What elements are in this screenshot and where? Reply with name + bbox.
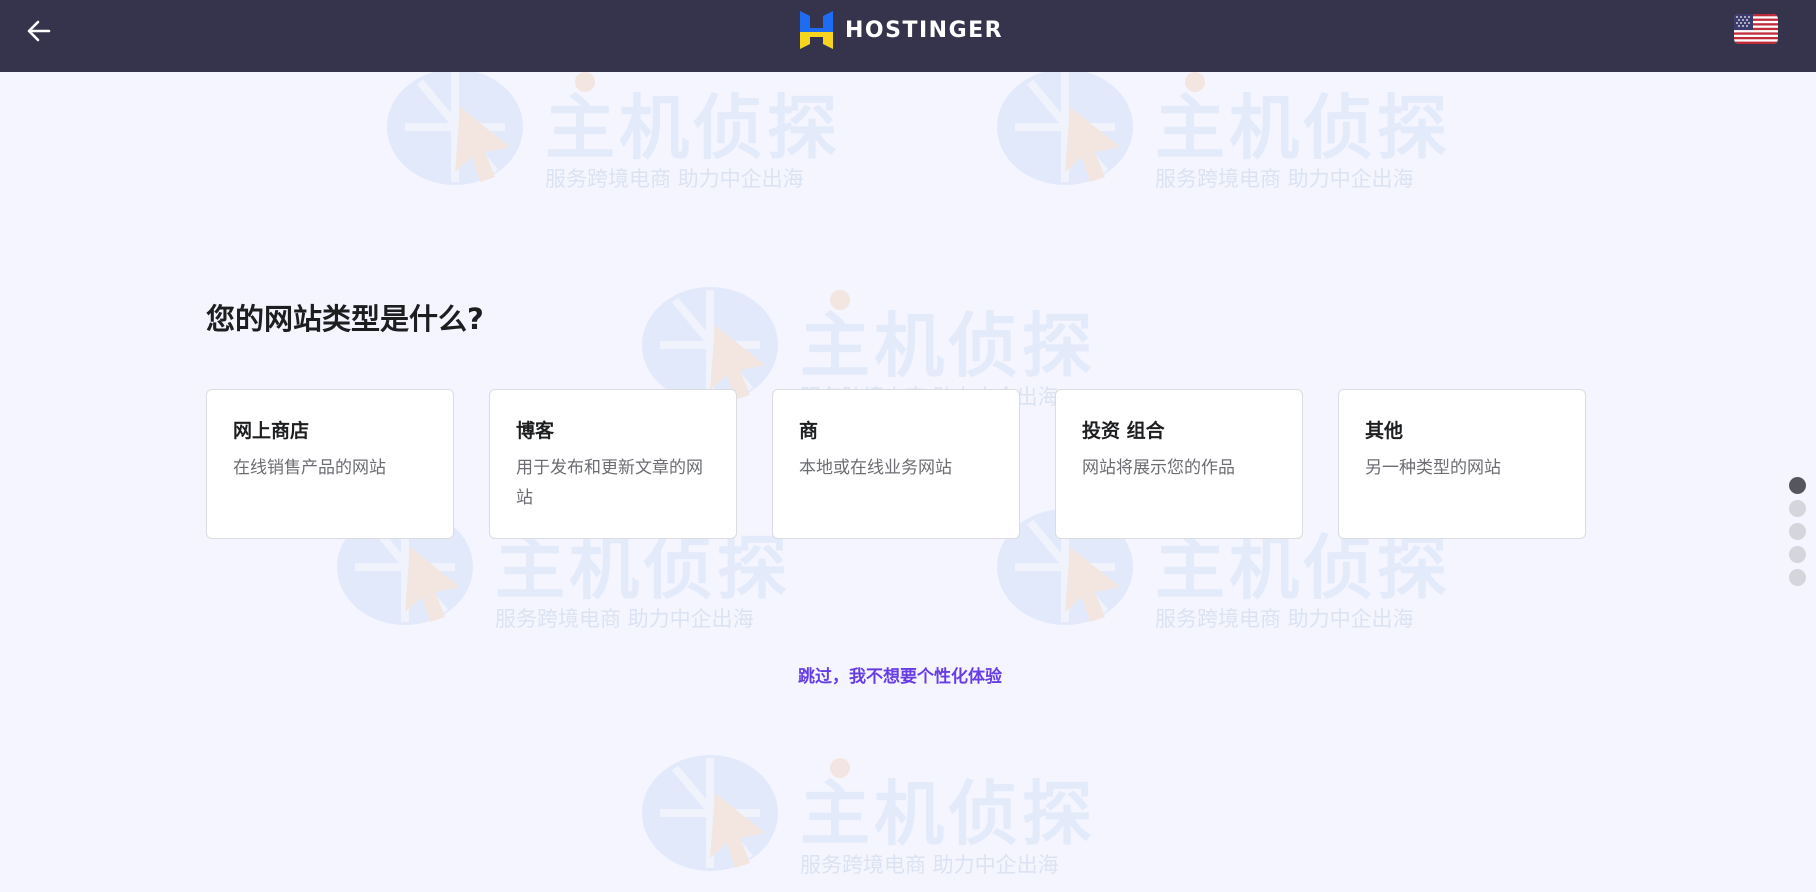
watermark-main-text: 主机侦探 — [1155, 527, 1451, 609]
step-dot-2[interactable] — [1789, 500, 1806, 517]
step-dot-5[interactable] — [1789, 569, 1806, 586]
watermark-main-text: 主机侦探 — [800, 773, 1096, 855]
option-description: 另一种类型的网站 — [1365, 458, 1501, 478]
watermark-sub-text: 服务跨境电商 助力中企出海 — [1155, 607, 1414, 631]
watermark-1: 主机侦探 服务跨境电商 助力中企出海 — [380, 62, 860, 206]
watermark-main-text: 主机侦探 — [495, 527, 791, 609]
watermark-main-text: 主机侦探 — [545, 87, 841, 169]
option-card-blog[interactable]: 博客 用于发布和更新文章的网站 — [489, 389, 737, 539]
step-indicator — [1789, 477, 1806, 586]
hostinger-logo[interactable]: HOSTINGER — [800, 10, 1003, 50]
watermark-sub-text: 服务跨境电商 助力中企出海 — [545, 167, 804, 191]
header-bar: HOSTINGER — [0, 0, 1816, 72]
option-card-portfolio[interactable]: 投资 组合 网站将展示您的作品 — [1055, 389, 1303, 539]
hostinger-h-icon — [800, 11, 833, 49]
option-card-other[interactable]: 其他 另一种类型的网站 — [1338, 389, 1586, 539]
option-description: 在线销售产品的网站 — [233, 458, 386, 478]
step-dot-3[interactable] — [1789, 523, 1806, 540]
option-title: 投资 组合 — [1082, 420, 1165, 442]
skip-personalization-link[interactable]: 跳过，我不想要个性化体验 — [0, 662, 1800, 687]
website-type-options: 网上商店 在线销售产品的网站 博客 用于发布和更新文章的网站 商 本地或在线业务… — [206, 389, 1586, 539]
option-description: 网站将展示您的作品 — [1082, 458, 1235, 478]
us-flag-icon — [1734, 14, 1778, 44]
option-title: 商 — [799, 420, 819, 442]
arrow-left-icon — [27, 20, 51, 42]
watermark-6: 主机侦探 服务跨境电商 助力中企出海 — [635, 748, 1115, 892]
watermark-2: 主机侦探 服务跨境电商 助力中企出海 — [990, 62, 1470, 206]
page-title: 您的网站类型是什么? — [206, 302, 484, 336]
option-title: 其他 — [1365, 420, 1404, 442]
option-description: 用于发布和更新文章的网站 — [516, 458, 703, 508]
watermark-sub-text: 服务跨境电商 助力中企出海 — [495, 607, 754, 631]
watermark-sub-text: 服务跨境电商 助力中企出海 — [1155, 167, 1414, 191]
logo-text: HOSTINGER — [845, 17, 1004, 43]
option-card-online-store[interactable]: 网上商店 在线销售产品的网站 — [206, 389, 454, 539]
watermark-main-text: 主机侦探 — [1155, 87, 1451, 169]
step-dot-4[interactable] — [1789, 546, 1806, 563]
back-button[interactable] — [22, 14, 56, 48]
language-selector[interactable] — [1734, 14, 1778, 44]
option-card-business[interactable]: 商 本地或在线业务网站 — [772, 389, 1020, 539]
watermark-main-text: 主机侦探 — [800, 305, 1096, 387]
step-dot-1[interactable] — [1789, 477, 1806, 494]
option-title: 博客 — [516, 420, 555, 442]
option-description: 本地或在线业务网站 — [799, 458, 952, 478]
option-title: 网上商店 — [233, 420, 310, 442]
